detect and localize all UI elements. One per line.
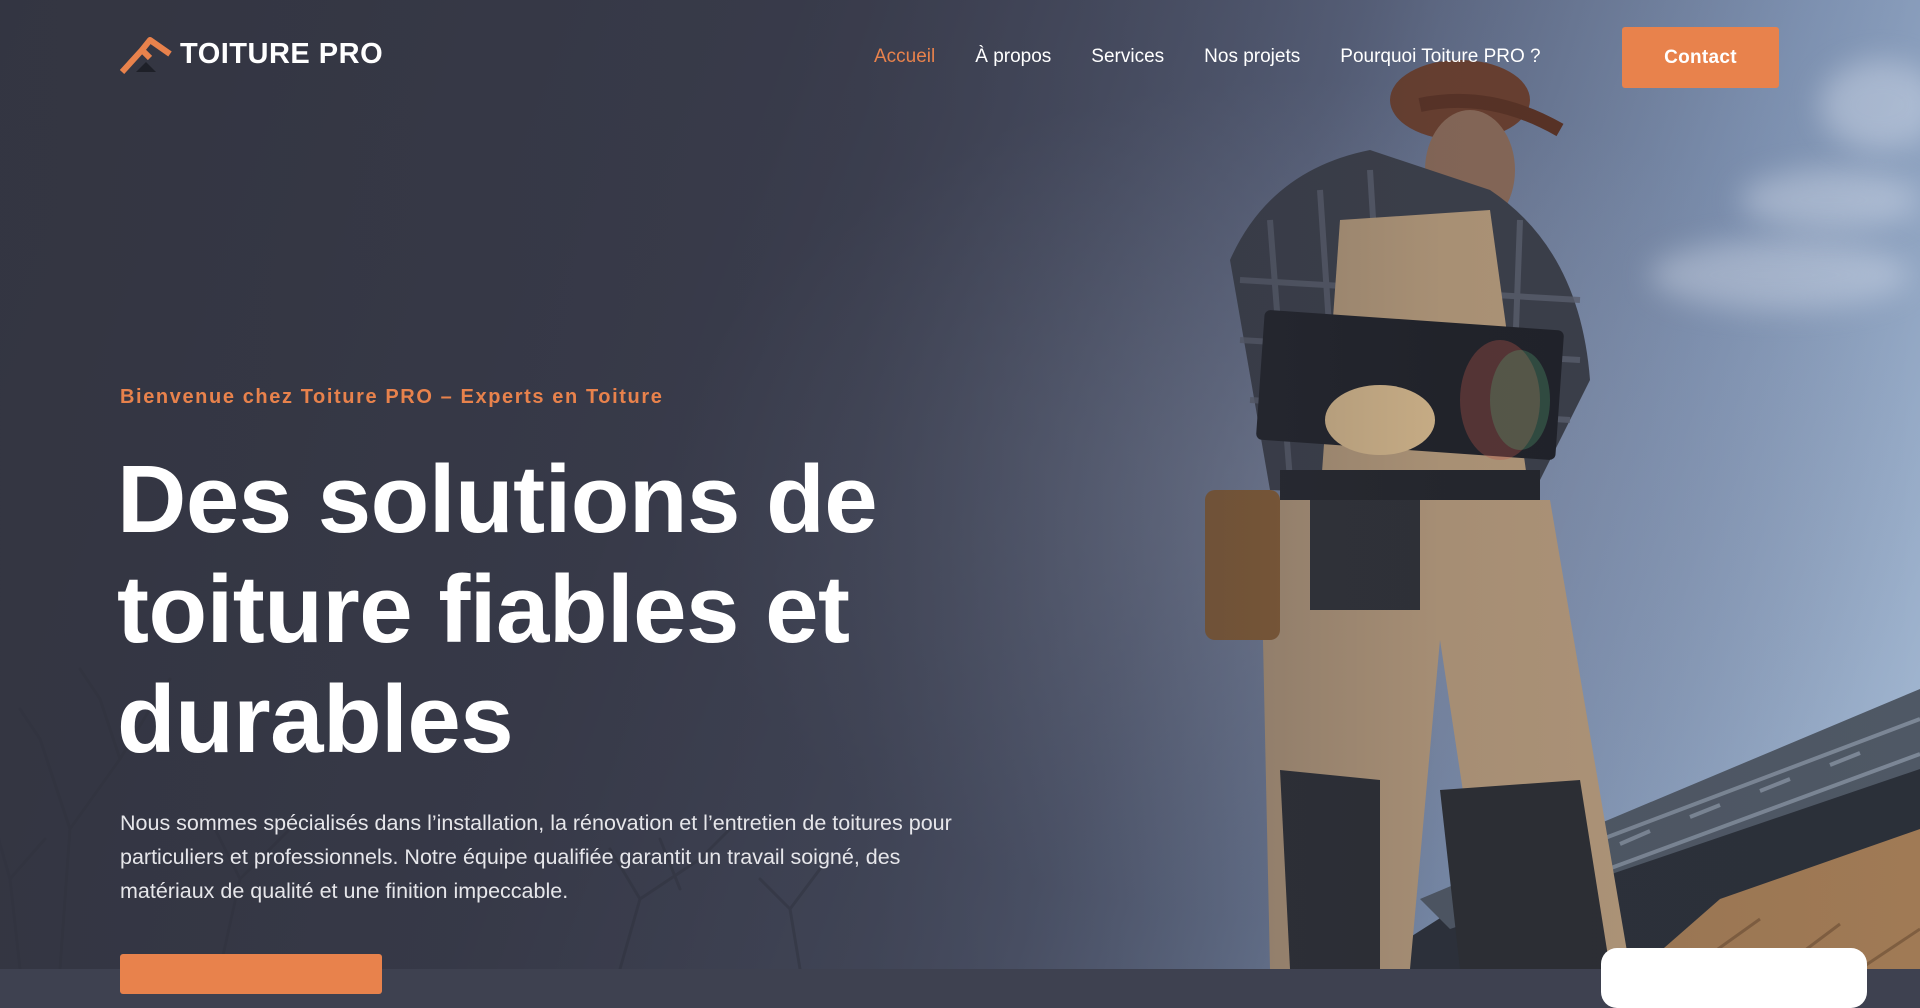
hero-headline: Des solutions de toiture fiables et dura… <box>117 445 1017 775</box>
hero-eyebrow: Bienvenue chez Toiture PRO – Experts en … <box>120 386 664 408</box>
headline-line: toiture fiables et <box>117 556 850 663</box>
floating-card <box>1601 948 1867 1008</box>
main-nav: Accueil À propos Services Nos projets Po… <box>874 46 1541 68</box>
contact-button[interactable]: Contact <box>1622 27 1779 88</box>
nav-item-accueil[interactable]: Accueil <box>874 46 935 68</box>
brand-name: TOITURE PRO <box>180 37 384 70</box>
nav-item-nos-projets[interactable]: Nos projets <box>1204 46 1300 68</box>
headline-line: durables <box>117 666 514 773</box>
nav-item-pourquoi[interactable]: Pourquoi Toiture PRO ? <box>1340 46 1540 68</box>
hero-cta-button[interactable] <box>120 954 382 994</box>
nav-item-a-propos[interactable]: À propos <box>975 46 1051 68</box>
headline-line: Des solutions de <box>117 446 878 553</box>
nav-item-services[interactable]: Services <box>1091 46 1164 68</box>
roof-logo-icon <box>120 37 172 74</box>
site-header: TOITURE PRO Accueil À propos Services No… <box>0 0 1920 115</box>
hero-lead-text: Nous sommes spécialisés dans l’installat… <box>120 811 952 903</box>
brand-logo[interactable]: TOITURE PRO <box>120 34 383 74</box>
